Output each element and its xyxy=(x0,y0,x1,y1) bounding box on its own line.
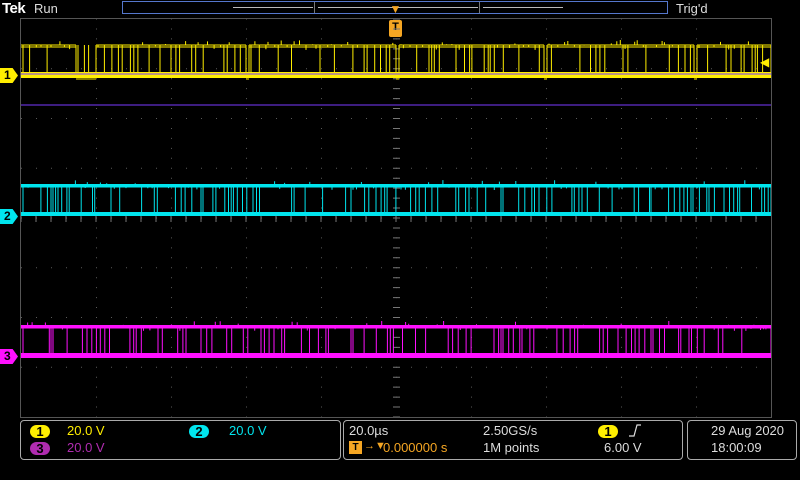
vertical-settings-panel[interactable]: 1 20.0 V 2 20.0 V 3 20.0 V xyxy=(20,420,341,460)
ch3-high-band xyxy=(21,325,771,328)
ch1-low-band xyxy=(21,72,771,78)
date-display: 29 Aug 2020 xyxy=(711,423,785,438)
ch1-ground-marker[interactable]: 1 xyxy=(0,68,18,83)
ch3-scale: 20.0 V xyxy=(67,440,105,455)
time-display: 18:00:09 xyxy=(711,440,762,455)
ch2-high-band xyxy=(21,184,771,187)
trigger-level-arrow-icon[interactable]: ◀ xyxy=(760,56,769,68)
ch2-ground-marker[interactable]: 2 xyxy=(0,209,18,224)
waveform-graticule[interactable] xyxy=(20,18,772,418)
sample-rate: 2.50GS/s xyxy=(483,423,538,438)
ch3-ground-marker[interactable]: 3 xyxy=(0,349,18,364)
trigger-position-icon: T xyxy=(349,441,362,454)
rising-edge-icon xyxy=(629,424,641,437)
trigger-source-badge[interactable]: 1 xyxy=(598,425,618,438)
trigger-level: 6.00 V xyxy=(604,440,642,455)
trigger-position-arrow-icon[interactable]: ▼ xyxy=(389,2,402,18)
ch2-scale: 20.0 V xyxy=(229,423,267,438)
trigger-status: Trig'd xyxy=(676,1,708,16)
waveform-canvas xyxy=(21,19,771,417)
datetime-panel[interactable]: 29 Aug 2020 18:00:09 xyxy=(687,420,797,460)
time-per-division: 20.0µs xyxy=(349,423,389,438)
ch1-badge[interactable]: 1 xyxy=(30,425,50,438)
brand-logo: Tek xyxy=(2,0,26,17)
record-length: 1M points xyxy=(483,440,540,455)
horizontal-trigger-panel[interactable]: 20.0µs 2.50GS/s T →▼ 0.000000 s 1M point… xyxy=(343,420,683,460)
ch3-low-band xyxy=(21,353,771,358)
trigger-delay: 0.000000 s xyxy=(383,440,448,455)
acquisition-run-state[interactable]: Run xyxy=(34,1,58,16)
ch3-badge[interactable]: 3 xyxy=(30,442,50,455)
ch1-scale: 20.0 V xyxy=(67,423,105,438)
ch2-badge[interactable]: 2 xyxy=(189,425,209,438)
ch2-low-band xyxy=(21,212,771,216)
